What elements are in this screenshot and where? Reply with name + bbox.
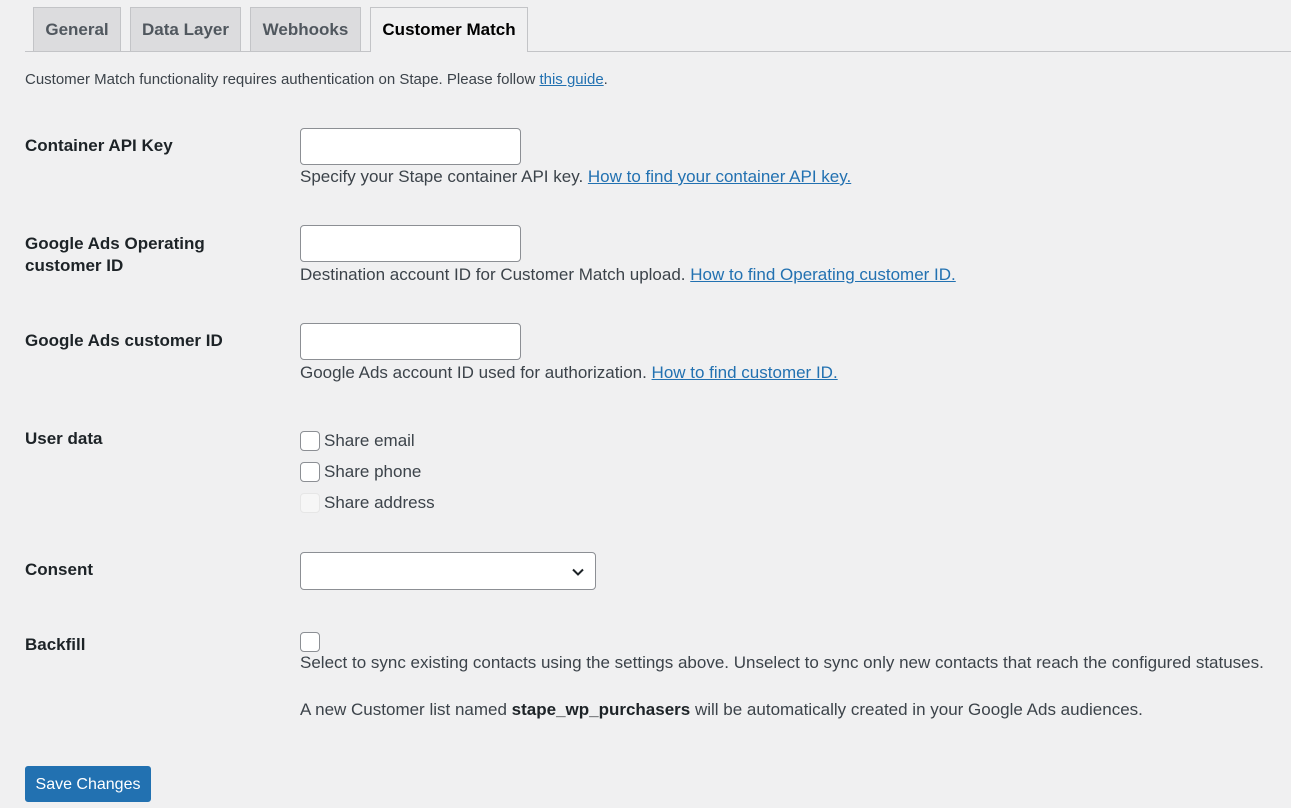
backfill-note-suffix: will be automatically created in your Go… bbox=[690, 700, 1143, 719]
customer-list-name: stape_wp_purchasers bbox=[511, 700, 691, 719]
consent-label: Consent bbox=[25, 560, 93, 579]
operating-customer-id-input[interactable] bbox=[300, 225, 521, 262]
guide-link[interactable]: this guide bbox=[539, 71, 603, 88]
operating-customer-id-help: Destination account ID for Customer Matc… bbox=[300, 265, 691, 284]
customer-id-help-link[interactable]: How to find customer ID. bbox=[652, 363, 838, 382]
tab-customer-match[interactable]: Customer Match bbox=[370, 7, 528, 52]
intro-message: Customer Match functionality requires au… bbox=[25, 71, 540, 88]
container-api-key-label: Container API Key bbox=[25, 136, 173, 155]
intro-suffix: . bbox=[603, 71, 608, 88]
share-address-checkbox bbox=[300, 493, 320, 513]
tab-webhooks[interactable]: Webhooks bbox=[250, 7, 361, 51]
operating-customer-id-description: Destination account ID for Customer Matc… bbox=[300, 264, 956, 286]
settings-tabs: General Data Layer Webhooks Customer Mat… bbox=[0, 0, 1291, 52]
backfill-note: A new Customer list named stape_wp_purch… bbox=[300, 699, 1143, 721]
operating-customer-id-help-link[interactable]: How to find Operating customer ID. bbox=[690, 265, 956, 284]
chevron-down-icon bbox=[572, 568, 584, 576]
user-data-label: User data bbox=[25, 429, 103, 448]
share-address-label: Share address bbox=[324, 493, 435, 512]
backfill-option[interactable] bbox=[300, 630, 324, 654]
backfill-label: Backfill bbox=[25, 635, 86, 654]
tab-data-layer[interactable]: Data Layer bbox=[130, 7, 241, 51]
share-address-option: Share address bbox=[300, 491, 435, 515]
container-api-key-description: Specify your Stape container API key. Ho… bbox=[300, 166, 851, 188]
container-api-key-input[interactable] bbox=[300, 128, 521, 165]
container-api-key-help: Specify your Stape container API key. bbox=[300, 167, 588, 186]
share-email-option[interactable]: Share email bbox=[300, 429, 415, 453]
backfill-description: Select to sync existing contacts using t… bbox=[300, 653, 1264, 672]
customer-id-label: Google Ads customer ID bbox=[25, 331, 223, 350]
save-changes-button[interactable]: Save Changes bbox=[25, 766, 151, 802]
container-api-key-help-link[interactable]: How to find your container API key. bbox=[588, 167, 851, 186]
customer-id-help: Google Ads account ID used for authoriza… bbox=[300, 363, 652, 382]
backfill-checkbox[interactable] bbox=[300, 632, 320, 652]
operating-customer-id-label: Google Ads Operating customer ID bbox=[25, 234, 205, 275]
consent-select[interactable] bbox=[300, 552, 596, 590]
customer-id-input[interactable] bbox=[300, 323, 521, 360]
share-email-checkbox[interactable] bbox=[300, 431, 320, 451]
backfill-note-prefix: A new Customer list named bbox=[300, 700, 512, 719]
intro-text: Customer Match functionality requires au… bbox=[25, 71, 608, 88]
share-phone-checkbox[interactable] bbox=[300, 462, 320, 482]
share-phone-label: Share phone bbox=[324, 462, 422, 481]
share-phone-option[interactable]: Share phone bbox=[300, 460, 421, 484]
customer-id-description: Google Ads account ID used for authoriza… bbox=[300, 362, 838, 384]
tab-general[interactable]: General bbox=[33, 7, 121, 51]
share-email-label: Share email bbox=[324, 431, 415, 450]
